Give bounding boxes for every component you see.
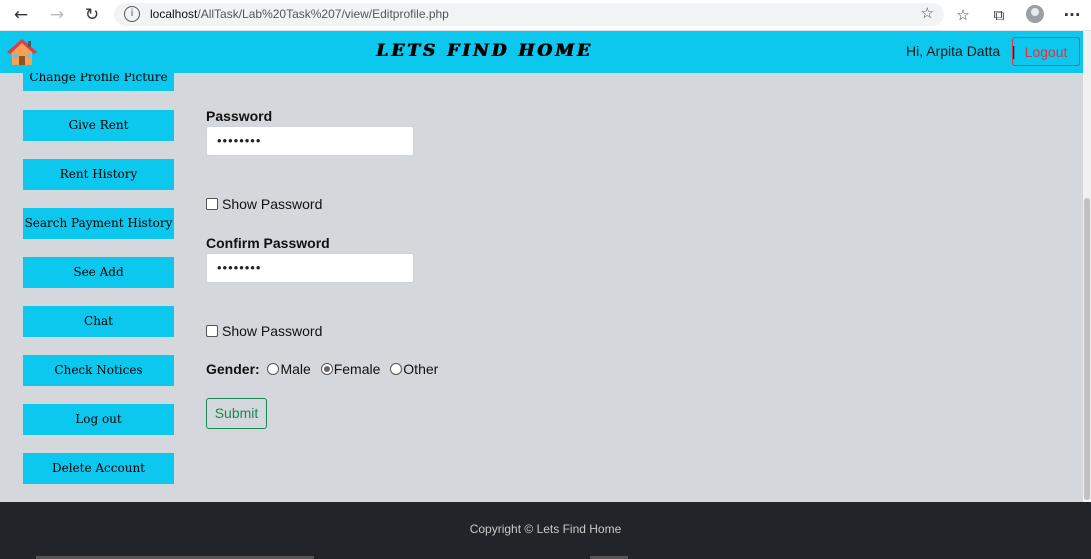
gender-other-label[interactable]: Other — [403, 361, 438, 377]
password-label: Password — [206, 108, 273, 124]
reload-icon[interactable]: ↻ — [81, 4, 103, 26]
site-footer: Copyright © Lets Find Home — [0, 502, 1091, 559]
sidebar-item-search-payment-history[interactable]: Search Payment History — [23, 208, 174, 239]
confirm-password-label: Confirm Password — [206, 235, 330, 251]
show-confirm-password-row: Show Password — [206, 323, 322, 339]
site-header: LETS FIND HOME Hi, Arpita Datta | Logout — [0, 31, 1083, 73]
show-password-row: Show Password — [206, 196, 322, 212]
sidebar-item-rent-history[interactable]: Rent History — [23, 159, 174, 190]
gender-other-radio[interactable] — [390, 363, 403, 375]
more-icon[interactable]: ··· — [1061, 4, 1083, 26]
show-password-label[interactable]: Show Password — [222, 196, 322, 212]
sidebar-item-check-notices[interactable]: Check Notices — [23, 355, 174, 386]
show-confirm-password-checkbox[interactable] — [206, 325, 218, 337]
home-icon[interactable] — [6, 37, 38, 67]
show-password-checkbox[interactable] — [206, 198, 218, 210]
gender-female-radio[interactable] — [320, 363, 333, 375]
url-text[interactable]: localhost/AllTask/Lab%20Task%207/view/Ed… — [150, 7, 449, 21]
profile-avatar[interactable] — [1026, 5, 1044, 23]
confirm-password-input[interactable]: •••••••• — [206, 253, 414, 283]
collections-icon[interactable]: ⧉ — [988, 4, 1010, 26]
url-host: localhost — [150, 7, 198, 21]
password-input[interactable]: •••••••• — [206, 126, 414, 156]
gender-male-label[interactable]: Male — [280, 361, 310, 377]
logout-button[interactable]: Logout — [1012, 37, 1080, 66]
info-icon[interactable]: i — [124, 6, 140, 22]
favorites-icon[interactable]: ☆ — [952, 4, 974, 26]
sidebar-item-log-out[interactable]: Log out — [23, 404, 174, 435]
site-brand: LETS FIND HOME — [376, 41, 593, 61]
user-greeting: Hi, Arpita Datta | — [906, 43, 1015, 59]
greeting-text: Hi, Arpita Datta — [906, 43, 1001, 59]
sidebar-item-see-add[interactable]: See Add — [23, 257, 174, 288]
gender-female-label[interactable]: Female — [334, 361, 381, 377]
sidebar-item-chat[interactable]: Chat — [23, 306, 174, 337]
gender-field: Gender: Male Female Other — [206, 361, 438, 377]
submit-button[interactable]: Submit — [206, 398, 267, 429]
gender-label: Gender: — [206, 361, 260, 377]
sidebar-item-delete-account[interactable]: Delete Account — [23, 453, 174, 484]
forward-icon[interactable]: → — [46, 4, 68, 26]
add-favorite-icon[interactable]: ☆ — [921, 4, 934, 22]
show-confirm-password-label[interactable]: Show Password — [222, 323, 322, 339]
gender-male-radio[interactable] — [267, 363, 280, 375]
browser-toolbar: ← → ↻ i localhost/AllTask/Lab%20Task%207… — [0, 0, 1091, 31]
scrollbar-thumb[interactable] — [1084, 198, 1090, 500]
sidebar-item-change-profile-picture[interactable]: Change Profile Picture — [23, 73, 174, 91]
url-path: /AllTask/Lab%20Task%207/view/Editprofile… — [197, 7, 449, 21]
back-icon[interactable]: ← — [10, 4, 32, 26]
copyright-text: Copyright © Lets Find Home — [469, 522, 622, 536]
sidebar-item-give-rent[interactable]: Give Rent — [23, 110, 174, 141]
address-bar[interactable]: i localhost/AllTask/Lab%20Task%207/view/… — [114, 3, 944, 26]
